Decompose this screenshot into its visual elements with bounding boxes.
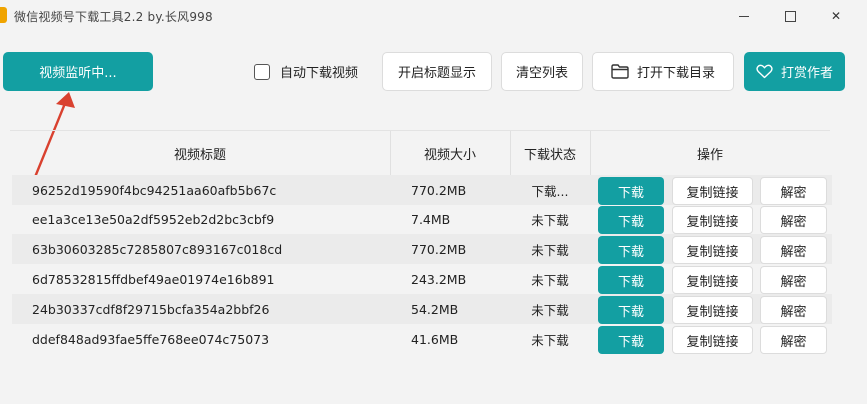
window-title: 微信视频号下载工具2.2 by.长风998	[14, 10, 213, 24]
download-button[interactable]: 下载	[598, 206, 664, 234]
minimize-icon	[739, 15, 749, 17]
column-header-size: 视频大小	[390, 131, 511, 176]
copy-link-button[interactable]: 复制链接	[672, 326, 753, 354]
video-size: 770.2MB	[411, 241, 467, 257]
decrypt-button[interactable]: 解密	[760, 236, 827, 264]
download-button[interactable]: 下载	[598, 266, 664, 294]
download-status: 未下载	[531, 332, 569, 348]
title-bar: 微信视频号下载工具2.2 by.长风998 ✕	[0, 0, 867, 32]
maximize-button[interactable]	[768, 0, 812, 32]
download-status: 未下载	[531, 242, 569, 258]
download-status: 下载...	[531, 183, 569, 199]
copy-link-button[interactable]: 复制链接	[672, 296, 753, 324]
table-row: 96252d19590f4bc94251aa60afb5b67c 770.2MB…	[12, 175, 832, 205]
download-status: 未下载	[531, 212, 569, 228]
open-download-dir-button[interactable]: 打开下载目录	[592, 52, 734, 91]
column-header-status: 下载状态	[510, 131, 591, 176]
download-button[interactable]: 下载	[598, 177, 664, 205]
table-row: ddef848ad93fae5ffe768ee074c75073 41.6MB …	[12, 324, 832, 354]
auto-download-label: 自动下载视频	[280, 66, 359, 81]
video-size: 54.2MB	[411, 301, 459, 317]
heart-icon	[756, 64, 773, 79]
table-row: 6d78532815ffdbef49ae01974e16b891 243.2MB…	[12, 264, 832, 294]
auto-download-checkbox[interactable]	[254, 63, 270, 80]
video-size: 41.6MB	[411, 331, 459, 347]
table-header: 视频标题 视频大小 下载状态 操作	[10, 130, 830, 176]
download-button[interactable]: 下载	[598, 326, 664, 354]
column-header-ops: 操作	[696, 148, 723, 163]
copy-link-button[interactable]: 复制链接	[672, 177, 753, 205]
table-row: 24b30337cdf8f29715bcfa354a2bbf26 54.2MB …	[12, 294, 832, 324]
download-status: 未下载	[531, 272, 569, 288]
clear-list-button[interactable]: 清空列表	[501, 52, 583, 91]
maximize-icon	[784, 10, 796, 22]
open-dir-label: 打开下载目录	[636, 66, 715, 81]
video-title: 63b30603285c7285807c893167c018cd	[32, 241, 283, 257]
decrypt-button[interactable]: 解密	[760, 177, 827, 205]
table-row: 63b30603285c7285807c893167c018cd 770.2MB…	[12, 234, 832, 264]
app-icon	[0, 7, 7, 23]
show-title-label: 开启标题显示	[397, 66, 476, 81]
copy-link-button[interactable]: 复制链接	[672, 236, 753, 264]
decrypt-button[interactable]: 解密	[760, 326, 827, 354]
auto-download-toggle[interactable]: 自动下载视频	[254, 62, 358, 81]
decrypt-button[interactable]: 解密	[760, 266, 827, 294]
video-title: 96252d19590f4bc94251aa60afb5b67c	[32, 182, 277, 198]
close-icon: ✕	[830, 9, 842, 23]
video-size: 243.2MB	[411, 271, 467, 287]
video-title: ee1a3ce13e50a2df5952eb2d2bc3cbf9	[32, 211, 275, 227]
copy-link-button[interactable]: 复制链接	[672, 206, 753, 234]
minimize-button[interactable]	[722, 0, 766, 32]
download-button[interactable]: 下载	[598, 296, 664, 324]
download-status: 未下载	[531, 302, 569, 318]
table-row: ee1a3ce13e50a2df5952eb2d2bc3cbf9 7.4MB 未…	[12, 204, 832, 234]
video-size: 770.2MB	[411, 182, 467, 198]
download-button[interactable]: 下载	[598, 236, 664, 264]
decrypt-button[interactable]: 解密	[760, 206, 827, 234]
video-title: 6d78532815ffdbef49ae01974e16b891	[32, 271, 275, 287]
donate-button[interactable]: 打赏作者	[744, 52, 845, 91]
folder-icon	[611, 64, 629, 79]
video-size: 7.4MB	[411, 211, 451, 227]
column-header-title: 视频标题	[10, 131, 391, 176]
show-title-button[interactable]: 开启标题显示	[382, 52, 492, 91]
copy-link-button[interactable]: 复制链接	[672, 266, 753, 294]
monitor-button-label: 视频监听中...	[39, 66, 117, 81]
video-title: 24b30337cdf8f29715bcfa354a2bbf26	[32, 301, 270, 317]
decrypt-button[interactable]: 解密	[760, 296, 827, 324]
clear-list-label: 清空列表	[515, 66, 568, 81]
close-button[interactable]: ✕	[814, 0, 858, 32]
donate-label: 打赏作者	[780, 66, 833, 81]
video-title: ddef848ad93fae5ffe768ee074c75073	[32, 331, 270, 347]
